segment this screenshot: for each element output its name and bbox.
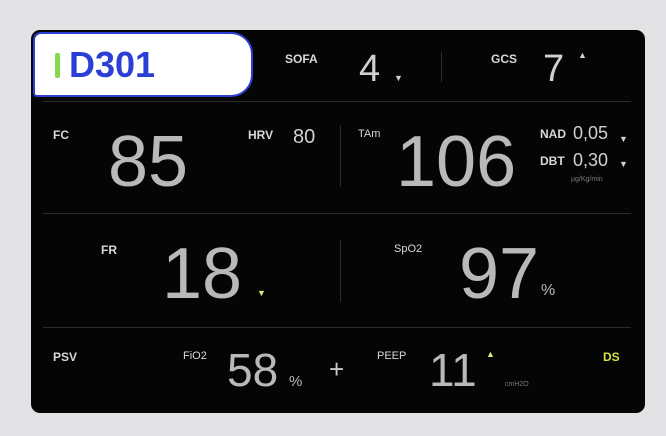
divider [43, 101, 631, 102]
hrv-value: 80 [293, 126, 316, 148]
fc-label: FC [53, 128, 69, 142]
fr-value: 18 [162, 234, 243, 314]
tam-label: TAm [358, 128, 381, 140]
spo2-value: 97 [459, 234, 540, 314]
divider [43, 213, 631, 214]
spo2-unit: % [541, 282, 556, 299]
drug-unit: µg/Kg/min [571, 176, 603, 183]
ds-indicator: DS [603, 350, 620, 364]
divider [43, 327, 631, 328]
fr-trend-down-icon: ▼ [257, 288, 266, 298]
fio2-unit: % [289, 373, 303, 390]
peep-unit: cmH2O [505, 381, 529, 388]
sofa-value: 4 [359, 48, 381, 90]
ventilation-mode: PSV [53, 350, 78, 364]
fc-value: 85 [108, 122, 189, 202]
gcs-value: 7 [543, 48, 565, 90]
divider [441, 52, 442, 82]
tam-value: 106 [396, 122, 517, 202]
peep-trend-up-icon: ▲ [486, 349, 495, 359]
bed-tab[interactable]: D301 [33, 32, 253, 97]
bed-status-indicator [55, 53, 60, 78]
divider [340, 240, 341, 302]
fio2-label: FiO2 [183, 350, 207, 362]
nad-value: 0,05 [573, 123, 609, 143]
fio2-value: 58 [227, 344, 279, 396]
plus-separator: + [329, 354, 345, 384]
peep-label: PEEP [377, 350, 407, 362]
nad-trend-down-icon: ▼ [619, 134, 628, 144]
nad-label: NAD [540, 127, 566, 141]
dbt-label: DBT [540, 154, 565, 168]
hrv-label: HRV [248, 128, 274, 142]
gcs-label: GCS [491, 52, 518, 66]
gcs-trend-up-icon: ▲ [578, 50, 587, 60]
fr-label: FR [101, 243, 117, 257]
spo2-label: SpO2 [394, 243, 423, 255]
peep-value: 11 [429, 344, 477, 396]
bed-id: D301 [69, 44, 156, 85]
dbt-trend-down-icon: ▼ [619, 159, 628, 169]
sofa-trend-down-icon: ▼ [394, 73, 403, 83]
dbt-value: 0,30 [573, 150, 609, 170]
patient-monitor-panel: D301 SOFA 4 ▼ GCS 7 ▲ FC 85 HRV 80 TAm 1… [31, 30, 645, 413]
divider [340, 125, 341, 187]
sofa-label: SOFA [285, 52, 318, 66]
